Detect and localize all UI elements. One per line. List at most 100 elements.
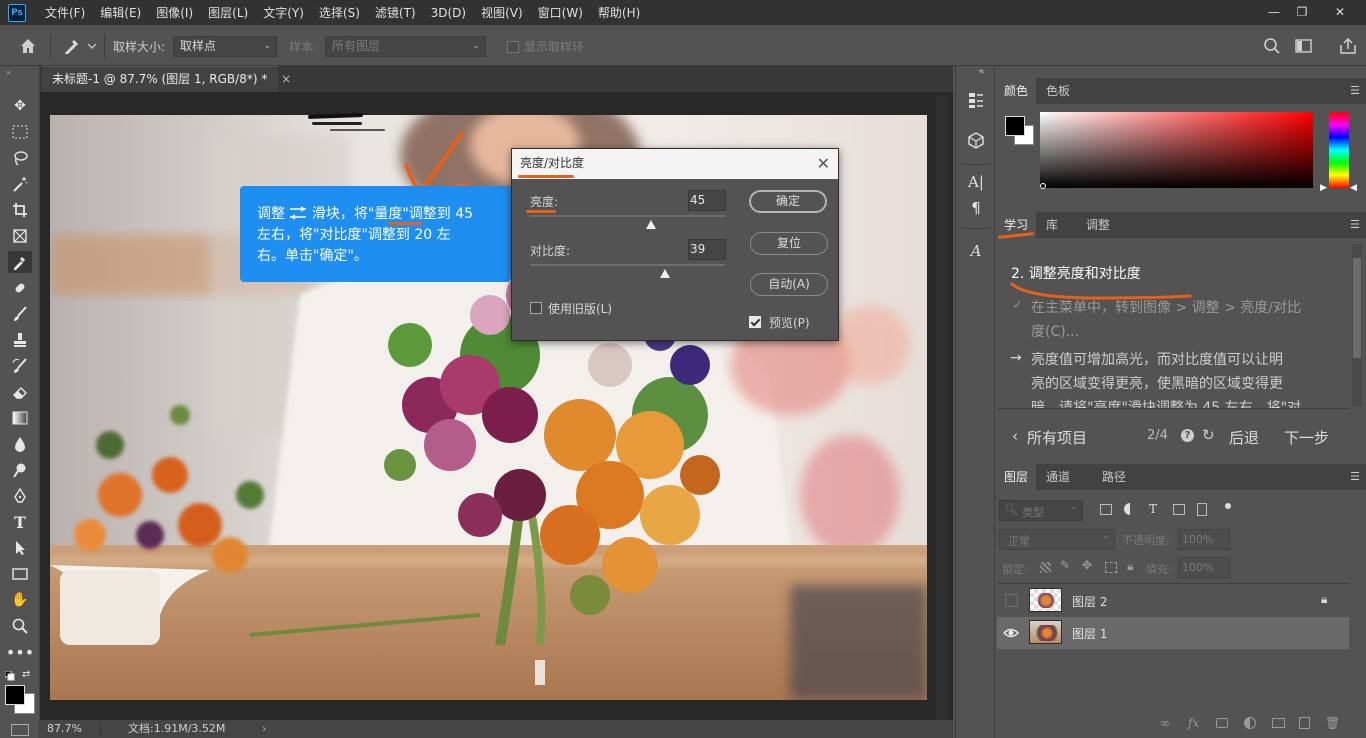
collapse-icon[interactable]: « [980,67,985,76]
lock-pixels-icon[interactable]: ✎ [1060,558,1070,572]
eyedropper-tool-icon[interactable] [8,251,32,273]
3d-panel-icon[interactable] [966,130,986,150]
next-button[interactable]: 下一步 [1284,427,1329,448]
tab-color[interactable]: 颜色 [996,78,1037,104]
chevron-left-icon[interactable]: ‹ [1012,427,1018,445]
new-group-icon[interactable] [1272,718,1285,728]
layer-row-2[interactable]: 图层 2 🔒︎ [997,585,1349,617]
character-panel-icon[interactable]: A| [966,172,986,192]
quick-mask-icon[interactable] [11,724,29,736]
stamp-tool-icon[interactable] [8,329,32,351]
all-items-link[interactable]: 所有项目 [1027,427,1087,448]
tab-libraries[interactable]: 库 [1038,212,1066,238]
gradient-tool-icon[interactable] [8,407,32,429]
glyphs-panel-icon[interactable]: A [966,241,986,261]
contrast-slider-thumb[interactable] [659,269,670,278]
back-button[interactable]: 后退 [1229,427,1259,448]
menu-help[interactable]: 帮助(H) [598,4,640,21]
eyedropper-tool-preset-icon[interactable] [62,36,98,56]
filter-adjustment-icon[interactable] [1124,503,1136,515]
layer-filter-select[interactable]: 🔍︎ 类型 ⌄ [999,500,1083,521]
dodge-tool-icon[interactable] [8,459,32,481]
panel-menu-icon[interactable]: ☰ [1350,470,1360,483]
path-selection-tool-icon[interactable] [8,537,32,559]
legacy-checkbox[interactable] [530,302,542,314]
search-icon[interactable] [1263,37,1281,55]
layer-row-1[interactable]: 图层 1 [997,617,1349,649]
more-tools-icon[interactable]: ••• [6,641,34,663]
link-layers-icon[interactable]: ∞ [1160,716,1170,730]
preview-checkbox[interactable] [749,316,761,328]
menu-3d[interactable]: 3D(D) [431,6,466,20]
lock-transparent-icon[interactable] [1040,562,1051,573]
filter-pixel-icon[interactable] [1100,504,1112,515]
reset-button[interactable]: 复位 [750,232,828,255]
hand-tool-icon[interactable]: ✋ [8,589,32,611]
filter-smart-object-icon[interactable] [1197,503,1207,516]
eraser-tool-icon[interactable] [8,381,32,403]
add-mask-icon[interactable] [1216,718,1228,728]
sample-size-select[interactable]: 取样点 ⌄ [173,36,277,57]
opacity-input[interactable]: 100% [1178,529,1230,550]
frame-tool-icon[interactable] [8,225,32,247]
pen-tool-icon[interactable] [8,485,32,507]
brightness-input[interactable]: 45 [688,190,726,211]
type-tool-icon[interactable]: T [8,511,32,533]
close-tab-icon[interactable]: × [281,72,291,86]
foreground-color-swatch[interactable] [5,685,25,705]
eye-icon[interactable] [1003,625,1019,641]
lock-artboard-icon[interactable] [1105,562,1117,573]
zoom-tool-icon[interactable] [8,615,32,637]
tab-adjustments[interactable]: 调整 [1078,212,1118,238]
marquee-tool-icon[interactable] [8,121,32,143]
fill-input[interactable]: 100% [1178,557,1230,578]
blend-mode-select[interactable]: 正常 ⌄ [999,529,1115,550]
blur-tool-icon[interactable] [8,433,32,455]
sample-select[interactable]: 所有图层 ⌄ [325,36,486,57]
hue-pointer-icon[interactable]: ▶ [1320,183,1327,193]
restore-icon[interactable]: ❐ [1292,2,1312,22]
scrollbar-thumb[interactable] [1353,258,1361,358]
lock-all-icon[interactable]: 🔒︎ [1127,559,1133,574]
refresh-icon[interactable]: ↻ [1202,426,1215,444]
filter-type-icon[interactable]: T [1149,502,1157,516]
help-icon[interactable]: ? [1181,429,1194,442]
delete-layer-icon[interactable]: 🗑︎ [1325,716,1340,730]
show-ring-checkbox[interactable] [507,41,519,53]
share-icon[interactable] [1338,36,1358,56]
healing-brush-tool-icon[interactable] [8,277,32,299]
new-layer-icon[interactable] [1299,717,1310,729]
crop-tool-icon[interactable] [8,199,32,221]
learn-scrollbar[interactable] [1352,244,1362,406]
lasso-tool-icon[interactable] [8,147,32,169]
minimize-icon[interactable]: — [1264,2,1284,22]
fx-icon[interactable]: fx [1188,716,1199,730]
auto-button[interactable]: 自动(A) [750,273,828,296]
paragraph-panel-icon[interactable]: ¶ [966,198,986,218]
brightness-slider-thumb[interactable] [645,220,656,229]
menu-window[interactable]: 窗口(W) [538,4,583,21]
move-tool-icon[interactable]: ✥ [8,95,32,117]
magic-wand-tool-icon[interactable] [8,173,32,195]
foreground-color-chip[interactable] [1005,116,1025,136]
panel-menu-icon[interactable]: ☰ [1350,218,1360,231]
home-icon[interactable] [18,36,38,56]
menu-select[interactable]: 选择(S) [319,4,360,21]
menu-type[interactable]: 文字(Y) [263,4,304,21]
menu-edit[interactable]: 编辑(E) [100,4,141,21]
filter-shape-icon[interactable] [1173,504,1185,515]
color-spectrum-field[interactable] [1040,112,1313,188]
rectangle-tool-icon[interactable] [8,563,32,585]
brush-tool-icon[interactable] [8,303,32,325]
tab-layers[interactable]: 图层 [996,464,1037,490]
zoom-level[interactable]: 87.7% [47,720,82,738]
menu-image[interactable]: 图像(I) [156,4,193,21]
ok-button[interactable]: 确定 [749,190,827,213]
tab-paths[interactable]: 路径 [1094,464,1134,490]
contrast-slider-track[interactable] [530,264,725,266]
brightness-slider-track[interactable] [530,215,725,217]
tab-channels[interactable]: 通道 [1038,464,1078,490]
tab-swatches[interactable]: 色板 [1038,78,1078,104]
dialog-close-icon[interactable]: ✕ [817,154,830,173]
swap-colors-icon[interactable]: ⇄ [22,669,30,680]
